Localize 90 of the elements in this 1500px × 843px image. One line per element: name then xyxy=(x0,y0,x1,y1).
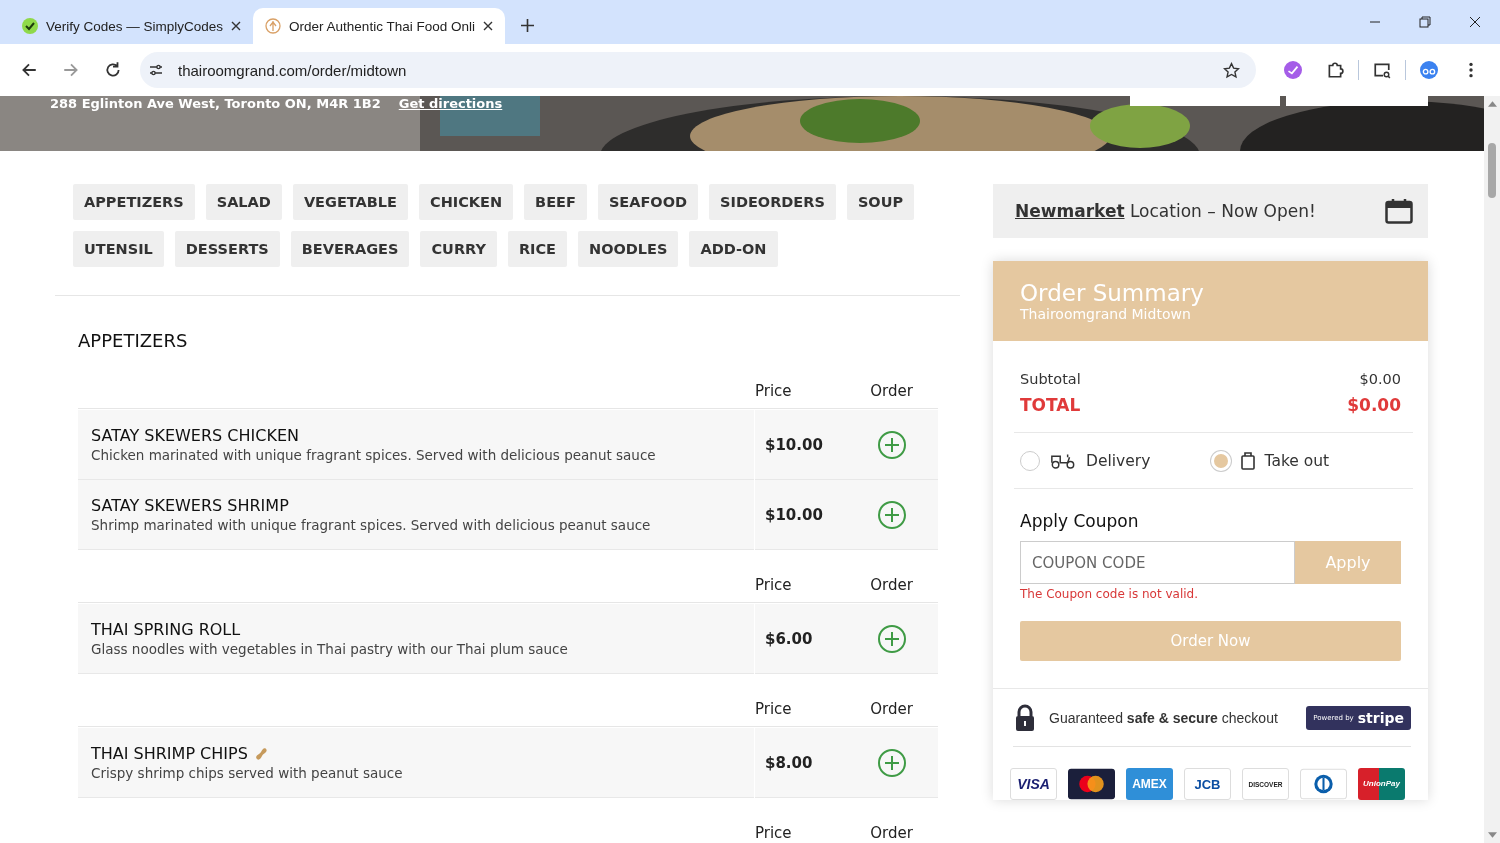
puzzle-icon[interactable] xyxy=(1326,61,1344,79)
restore-icon[interactable] xyxy=(1419,16,1431,28)
coupon-heading: Apply Coupon xyxy=(1020,511,1140,531)
card-logo xyxy=(1068,768,1115,800)
tab-title: Order Authentic Thai Food Onli xyxy=(289,18,475,34)
scrollbar-thumb[interactable] xyxy=(1488,143,1496,198)
add-icon[interactable] xyxy=(876,623,907,654)
badge-wordmark: stripe xyxy=(1357,710,1404,726)
category-button[interactable]: SIDEORDERS xyxy=(709,184,836,220)
price-column-heading: Price xyxy=(755,700,793,718)
item-name: SATAY SKEWERS CHICKEN xyxy=(91,426,299,445)
category-button[interactable]: CURRY xyxy=(420,231,497,267)
error-message: The Coupon code is not valid. xyxy=(1020,587,1199,601)
item-description: Chicken marinated with unique fragrant spices. Served with delicious peanut sauce xyxy=(91,447,657,463)
subtotal-amount: $0.00 xyxy=(1359,371,1401,387)
item-description: Shrimp marinated with unique fragrant spices. Served with delicious peanut sauce xyxy=(91,517,652,533)
total-amount: $0.00 xyxy=(1347,395,1401,415)
total-label: TOTAL xyxy=(1020,395,1081,415)
category-button[interactable]: ADD-ON xyxy=(689,231,778,267)
calendar-icon xyxy=(1385,198,1413,224)
announcement-text: Newmarket Location – Now Open! xyxy=(1015,201,1316,221)
reload-icon[interactable] xyxy=(104,61,122,79)
scroll-down-icon[interactable] xyxy=(1487,832,1497,838)
newmarket-link[interactable]: Newmarket xyxy=(1015,201,1125,221)
item-price: $10.00 xyxy=(754,409,845,480)
category-button[interactable]: APPETIZERS xyxy=(73,184,195,220)
get-directions-link[interactable]: Get directions xyxy=(398,96,503,111)
item-price: $10.00 xyxy=(754,479,845,550)
item-name: THAI SHRIMP CHIPS xyxy=(91,744,248,763)
profile-avatar-icon[interactable] xyxy=(1420,61,1438,79)
category-button[interactable]: BEVERAGES xyxy=(290,231,410,267)
tab-search-icon[interactable] xyxy=(1373,61,1391,79)
card-logo: VISA xyxy=(1010,768,1057,800)
browser-tab[interactable]: Verify Codes — SimplyCodes xyxy=(10,8,254,44)
category-button[interactable]: BEEF xyxy=(524,184,587,220)
category-button[interactable]: SOUP xyxy=(846,184,915,220)
subtotal-label: Subtotal xyxy=(1020,371,1081,387)
bookmark-star-icon[interactable] xyxy=(1223,61,1240,79)
forward-icon[interactable] xyxy=(62,61,80,79)
secure-checkout-text: Guaranteed safe & secure checkout xyxy=(1049,710,1279,726)
category-button[interactable]: VEGETABLE xyxy=(292,184,408,220)
fulfillment-option[interactable]: Take out xyxy=(1210,450,1401,471)
new-tab-icon[interactable] xyxy=(520,19,534,32)
category-button[interactable]: DESSERTS xyxy=(174,231,280,267)
order-column-heading: Order xyxy=(869,576,914,594)
section-heading: APPETIZERS xyxy=(78,330,189,351)
logo-icon xyxy=(265,18,282,34)
card-logo: JCB xyxy=(1184,768,1231,800)
back-icon[interactable] xyxy=(20,61,38,79)
restaurant-address: 288 Eglinton Ave West, Toronto ON, M4R 1B2 xyxy=(50,96,381,111)
order-column-heading: Order xyxy=(869,824,914,842)
item-name: SATAY SKEWERS SHRIMP xyxy=(91,496,289,515)
add-icon[interactable] xyxy=(876,499,907,530)
browser-tab[interactable]: Order Authentic Thai Food Onli xyxy=(253,8,505,44)
price-column-heading: Price xyxy=(755,576,793,594)
item-name: THAI SPRING ROLL xyxy=(91,620,241,639)
address-bar[interactable]: thairoomgrand.com/order/midtown xyxy=(140,52,1256,88)
summary-title: Order Summary xyxy=(1020,280,1205,306)
scroll-up-icon[interactable] xyxy=(1487,101,1497,107)
category-button[interactable]: CHICKEN xyxy=(419,184,514,220)
add-icon[interactable] xyxy=(876,747,907,778)
url-text: thairoomgrand.com/order/midtown xyxy=(178,61,408,79)
close-icon[interactable] xyxy=(1469,16,1481,28)
category-button[interactable]: NOODLES xyxy=(578,231,679,267)
checkmark-icon xyxy=(22,18,38,34)
radio-button[interactable] xyxy=(1020,450,1040,471)
close-icon[interactable] xyxy=(482,21,493,31)
category-button[interactable]: RICE xyxy=(507,231,568,267)
price-column-heading: Price xyxy=(755,824,793,842)
bag-icon xyxy=(1240,451,1255,470)
price-column-heading: Price xyxy=(755,382,793,400)
item-description: Crispy shrimp chips served with peanut sauce xyxy=(91,765,404,781)
location-name: Thairoomgrand Midtown xyxy=(1020,306,1192,322)
order-column-heading: Order xyxy=(869,382,914,400)
close-icon[interactable] xyxy=(231,21,242,31)
fulfillment-option[interactable]: Delivery xyxy=(1020,450,1211,471)
extension-icon[interactable] xyxy=(1284,61,1302,79)
item-price: $6.00 xyxy=(754,603,845,674)
item-description: Glass noodles with vegetables in Thai pastry with our Thai plum sauce xyxy=(91,641,569,657)
coupon-field[interactable]: COUPON CODE xyxy=(1020,541,1295,584)
tab-title: Verify Codes — SimplyCodes xyxy=(46,18,224,34)
site-settings-icon[interactable] xyxy=(148,62,164,78)
add-icon[interactable] xyxy=(876,429,907,460)
category-button[interactable]: SEAFOOD xyxy=(597,184,699,220)
lock-icon xyxy=(1015,704,1035,732)
category-button[interactable]: SALAD xyxy=(205,184,282,220)
category-button[interactable]: UTENSIL xyxy=(73,231,164,267)
order-column-heading: Order xyxy=(869,700,914,718)
card-logo: AMEX xyxy=(1126,768,1173,800)
item-price: $8.00 xyxy=(754,727,845,798)
